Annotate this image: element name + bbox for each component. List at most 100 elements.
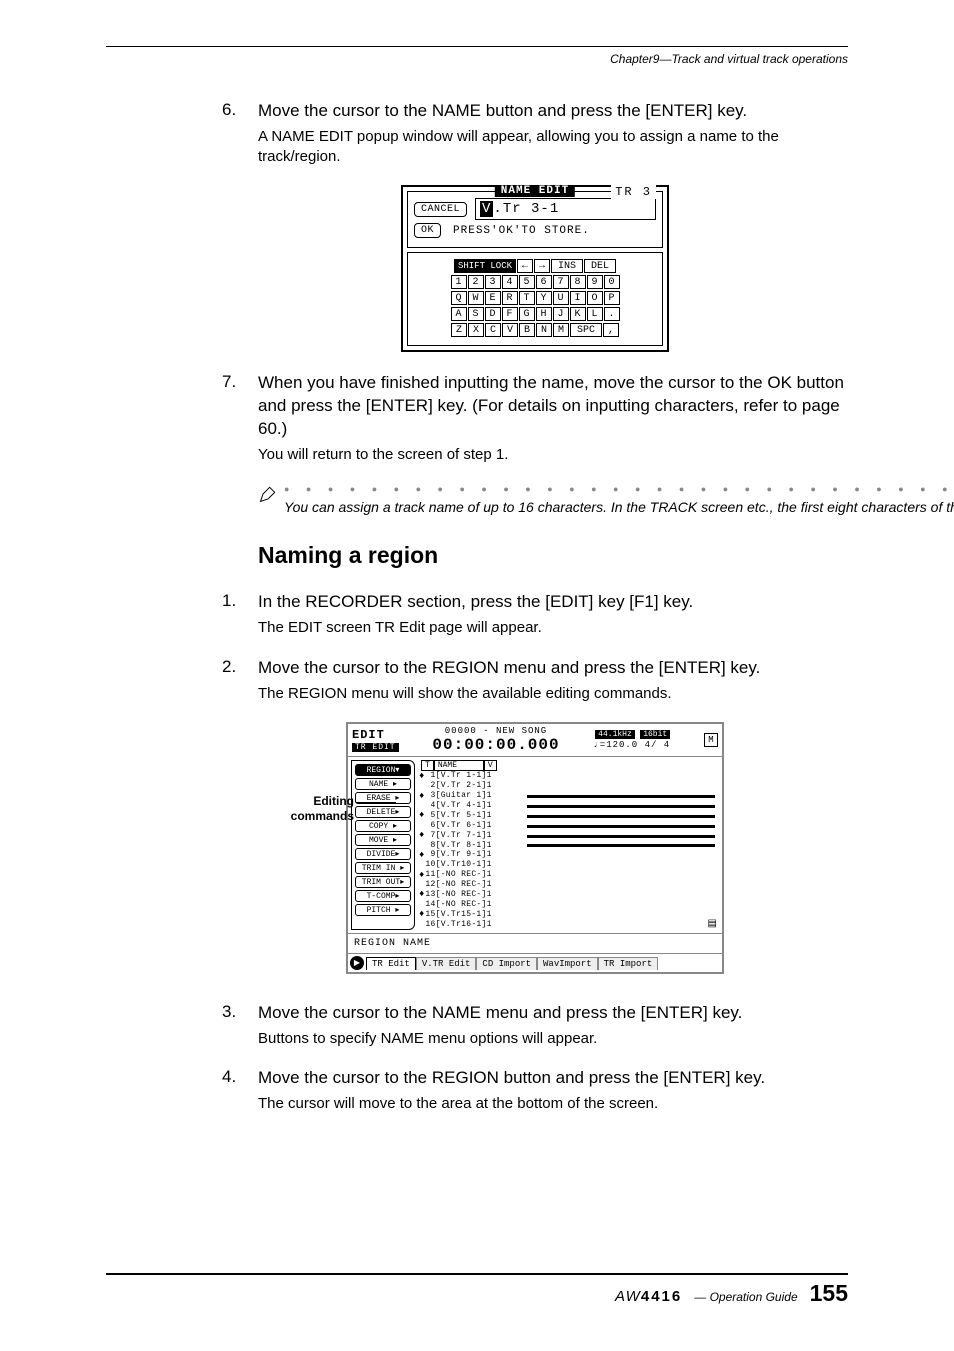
tab-tr-import[interactable]: TR Import	[598, 957, 659, 970]
track-label: 11[-NO REC-]1	[425, 871, 527, 880]
key-0[interactable]: 0	[604, 275, 620, 289]
track-row[interactable]: 2[V.Tr 2-1]1	[419, 782, 715, 792]
track-row[interactable]: 6[V.Tr 6-1]1	[419, 821, 715, 831]
tab-wav-import[interactable]: WavImport	[537, 957, 598, 970]
key-4[interactable]: 4	[502, 275, 518, 289]
menu-delete[interactable]: DELETE▸	[355, 806, 411, 818]
track-row[interactable]: 10[V.Tr10-1]1	[419, 861, 715, 871]
menu-region[interactable]: REGION▾	[355, 764, 411, 776]
tab-tr-edit[interactable]: TR Edit	[366, 957, 416, 970]
track-row[interactable]: 14[-NO REC-]1	[419, 900, 715, 910]
key-9[interactable]: 9	[587, 275, 603, 289]
key-g[interactable]: G	[519, 307, 535, 321]
key-o[interactable]: O	[587, 291, 603, 305]
track-row[interactable]: 12[-NO REC-]1	[419, 881, 715, 891]
key-u[interactable]: U	[553, 291, 569, 305]
screen-tabs: ▶ TR Edit V.TR Edit CD Import WavImport …	[348, 954, 722, 972]
key-a[interactable]: A	[451, 307, 467, 321]
menu-copy[interactable]: COPY ▸	[355, 820, 411, 832]
key-v[interactable]: V	[502, 323, 518, 337]
track-label: 16[V.Tr16-1]1	[425, 921, 527, 930]
key-f[interactable]: F	[502, 307, 518, 321]
track-label: 7[V.Tr 7-1]1	[425, 832, 527, 841]
track-row[interactable]: ♦ 9[V.Tr 9-1]1	[419, 851, 715, 861]
key-d[interactable]: D	[485, 307, 501, 321]
footer-guide-label: — Operation Guide	[694, 1290, 797, 1304]
key-s[interactable]: S	[468, 307, 484, 321]
key-comma[interactable]: ,	[603, 323, 619, 337]
key-j[interactable]: J	[553, 307, 569, 321]
menu-move[interactable]: MOVE ▸	[355, 834, 411, 846]
track-row[interactable]: ♦11[-NO REC-]1	[419, 871, 715, 881]
key-r[interactable]: R	[502, 291, 518, 305]
key-2[interactable]: 2	[468, 275, 484, 289]
key-1[interactable]: 1	[451, 275, 467, 289]
track-row[interactable]: ♦13[-NO REC-]1	[419, 890, 715, 900]
key-x[interactable]: X	[468, 323, 484, 337]
key-7[interactable]: 7	[553, 275, 569, 289]
tab-nav-icon[interactable]: ▶	[350, 956, 364, 970]
menu-pitch[interactable]: PITCH ▸	[355, 904, 411, 916]
key-spc[interactable]: SPC	[570, 323, 602, 337]
key-arrow-right[interactable]: →	[534, 259, 550, 273]
footer-rule	[106, 1273, 848, 1275]
menu-erase[interactable]: ERASE ▸	[355, 792, 411, 804]
track-label: 5[V.Tr 5-1]1	[425, 812, 527, 821]
key-period[interactable]: .	[604, 307, 620, 321]
track-row[interactable]: 8[V.Tr 8-1]1	[419, 841, 715, 851]
key-del[interactable]: DEL	[584, 259, 616, 273]
key-m[interactable]: M	[553, 323, 569, 337]
step-4: 4. Move the cursor to the REGION button …	[222, 1067, 848, 1114]
key-i[interactable]: I	[570, 291, 586, 305]
key-q[interactable]: Q	[451, 291, 467, 305]
cancel-button[interactable]: CANCEL	[414, 202, 467, 217]
menu-name[interactable]: NAME ▸	[355, 778, 411, 790]
menu-divide[interactable]: DIVIDE▸	[355, 848, 411, 860]
sample-rate-badge: 44.1kHz	[595, 730, 635, 739]
key-p[interactable]: P	[604, 291, 620, 305]
product-logo: AW4416	[615, 1288, 682, 1305]
track-row[interactable]: ♦ 5[V.Tr 5-1]1	[419, 811, 715, 821]
tab-cd-import[interactable]: CD Import	[476, 957, 537, 970]
key-n[interactable]: N	[536, 323, 552, 337]
track-row[interactable]: ♦ 3[Guitar 1]1	[419, 792, 715, 802]
menu-trim-out[interactable]: TRIM OUT▸	[355, 876, 411, 888]
key-y[interactable]: Y	[536, 291, 552, 305]
track-row[interactable]: ♦ 7[V.Tr 7-1]1	[419, 831, 715, 841]
track-waveform	[527, 785, 715, 788]
track-row[interactable]: ♦15[V.Tr15-1]1	[419, 910, 715, 920]
menu-trim-in[interactable]: TRIM IN ▸	[355, 862, 411, 874]
key-k[interactable]: K	[570, 307, 586, 321]
key-h[interactable]: H	[536, 307, 552, 321]
tab-vtr-edit[interactable]: V.TR Edit	[416, 957, 477, 970]
key-arrow-left[interactable]: ←	[517, 259, 533, 273]
track-row[interactable]: 4[V.Tr 4-1]1	[419, 801, 715, 811]
track-row[interactable]: 16[V.Tr16-1]1	[419, 920, 715, 930]
key-e[interactable]: E	[485, 291, 501, 305]
key-5[interactable]: 5	[519, 275, 535, 289]
key-w[interactable]: W	[468, 291, 484, 305]
key-6[interactable]: 6	[536, 275, 552, 289]
step-title: Move the cursor to the NAME menu and pre…	[258, 1002, 848, 1025]
marker-icon[interactable]: M	[704, 733, 718, 747]
key-3[interactable]: 3	[485, 275, 501, 289]
key-ins[interactable]: INS	[551, 259, 583, 273]
name-input[interactable]: V.Tr 3-1	[475, 198, 656, 220]
ok-button[interactable]: OK	[414, 223, 441, 238]
shift-lock-key[interactable]: SHIFT LOCK	[454, 259, 516, 273]
track-label: 12[-NO REC-]1	[425, 881, 527, 890]
key-c[interactable]: C	[485, 323, 501, 337]
key-z[interactable]: Z	[451, 323, 467, 337]
key-b[interactable]: B	[519, 323, 535, 337]
step-7: 7. When you have finished inputting the …	[222, 372, 848, 465]
tempo-display: ♩=120.0 4/ 4	[593, 740, 670, 750]
key-t[interactable]: T	[519, 291, 535, 305]
key-l[interactable]: L	[587, 307, 603, 321]
note-text: You can assign a track name of up to 16 …	[284, 498, 954, 517]
track-waveform	[527, 894, 715, 897]
key-8[interactable]: 8	[570, 275, 586, 289]
track-row[interactable]: ♦ 1[V.Tr 1-1]1	[419, 772, 715, 782]
step-description: The EDIT screen TR Edit page will appear…	[258, 618, 848, 638]
menu-t-comp[interactable]: T-COMP▸	[355, 890, 411, 902]
track-list: T NAME V ♦ 1[V.Tr 1-1]1 2[V.Tr 2-1]1♦ 3[…	[415, 760, 719, 930]
